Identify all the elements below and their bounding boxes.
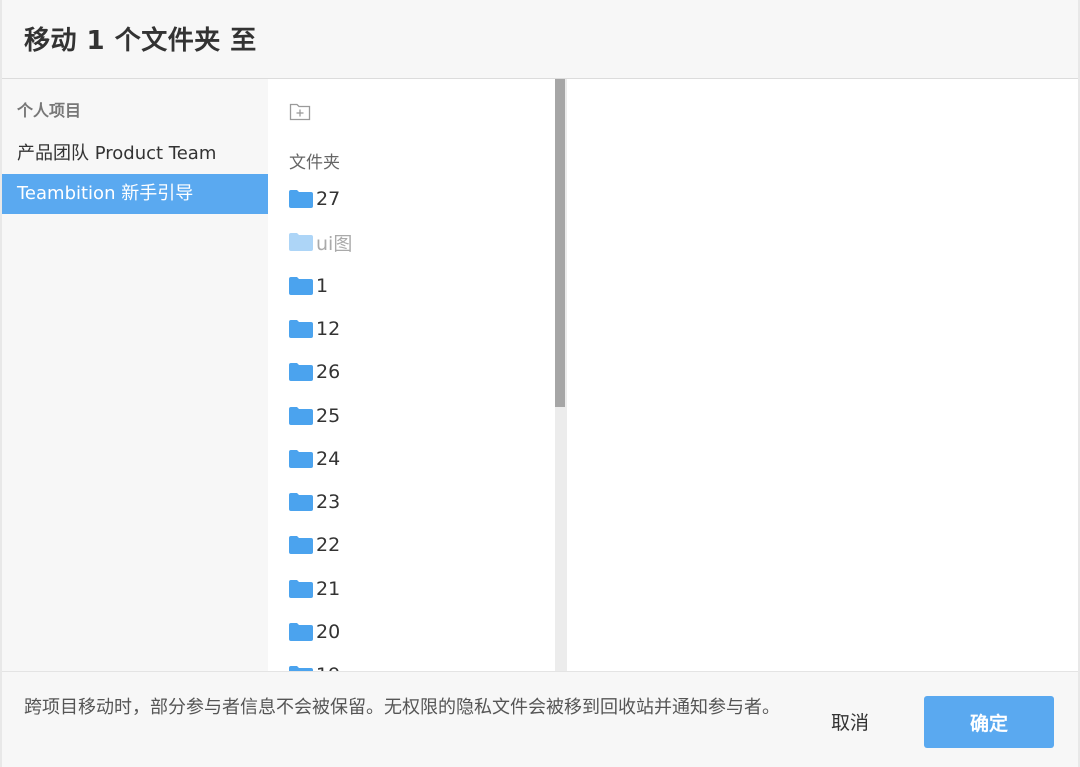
cancel-button[interactable]: 取消 <box>818 696 882 746</box>
folder-item-label: 20 <box>316 621 341 643</box>
folder-icon <box>289 233 313 252</box>
folder-icon <box>289 536 313 555</box>
folder-item-label: 25 <box>316 404 341 427</box>
folder-icon <box>289 276 313 295</box>
dialog-title: 移动 1 个文件夹 至 <box>24 26 257 56</box>
folder-icon <box>289 449 313 468</box>
folder-item-label: 23 <box>316 491 341 514</box>
folder-item[interactable]: 25 <box>289 401 340 431</box>
folder-item[interactable]: 23 <box>289 487 340 517</box>
folder-item[interactable]: 1 <box>289 271 328 301</box>
move-folder-dialog: 移动 1 个文件夹 至 个人项目 产品团队 Product Team Teamb… <box>2 0 1078 767</box>
project-group-heading: 个人项目 <box>17 101 82 120</box>
folder-icon <box>289 363 313 382</box>
move-notice: 跨项目移动时，部分参与者信息不会被保留。无权限的隐私文件会被移到回收站并通知参与… <box>24 697 780 718</box>
folder-icon <box>289 319 313 338</box>
folder-item-label: ui图 <box>316 232 353 255</box>
folder-item[interactable]: 27 <box>289 184 340 214</box>
folder-section-heading: 文件夹 <box>289 153 340 173</box>
dialog-header: 移动 1 个文件夹 至 <box>2 0 1078 79</box>
folder-item[interactable]: 20 <box>289 617 340 647</box>
folder-item[interactable]: 24 <box>289 444 340 474</box>
folder-item[interactable]: 19 <box>289 660 340 671</box>
folder-item-label: 27 <box>316 188 341 210</box>
folder-item[interactable]: 12 <box>289 314 340 344</box>
folder-list-scrollbar-thumb[interactable] <box>555 79 565 407</box>
folder-item[interactable]: 22 <box>289 530 340 560</box>
dialog-body: 个人项目 产品团队 Product Team Teambition 新手引导 文… <box>2 79 1078 671</box>
confirm-button[interactable]: 确定 <box>924 696 1054 748</box>
project-list: 个人项目 产品团队 Product Team Teambition 新手引导 <box>2 79 268 671</box>
folder-item[interactable]: 26 <box>289 357 340 387</box>
folder-icon <box>289 493 313 512</box>
folder-item-label: 26 <box>316 361 341 384</box>
folder-icon <box>289 623 313 641</box>
folder-list: 文件夹 27 ui图 1 12 26 25 24 23 22 21 20 19 <box>268 79 568 671</box>
dialog-footer: 跨项目移动时，部分参与者信息不会被保留。无权限的隐私文件会被移到回收站并通知参与… <box>2 671 1078 767</box>
folder-item-label: 1 <box>316 274 329 297</box>
folder-item: ui图 <box>289 227 352 257</box>
project-item-product-team[interactable]: 产品团队 Product Team <box>2 134 268 174</box>
folder-item-label: 12 <box>316 317 341 340</box>
folder-item-label: 22 <box>316 534 341 557</box>
project-item-teambition-guide[interactable]: Teambition 新手引导 <box>2 174 268 214</box>
folder-item[interactable]: 21 <box>289 574 340 604</box>
folder-item-label: 24 <box>316 447 341 470</box>
new-folder-icon[interactable] <box>289 101 311 121</box>
folder-icon <box>289 406 313 425</box>
subfolder-panel <box>567 79 1078 671</box>
folder-icon <box>289 190 313 208</box>
folder-item-label: 21 <box>316 577 341 600</box>
folder-icon <box>289 579 313 598</box>
folder-item-label: 19 <box>316 664 340 671</box>
